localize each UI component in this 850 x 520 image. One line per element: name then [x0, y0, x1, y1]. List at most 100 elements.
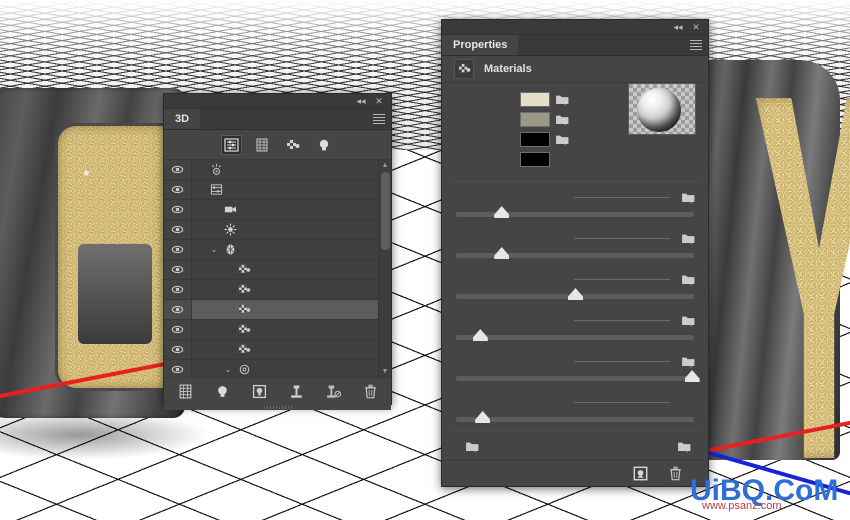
slider-texture-menu[interactable]	[670, 354, 696, 369]
scene-list-item-body[interactable]	[192, 223, 391, 236]
material-slider-block[interactable]	[442, 184, 708, 217]
scene-list-item[interactable]	[164, 160, 391, 180]
visibility-toggle-icon[interactable]	[164, 300, 192, 319]
slider-thumb[interactable]	[475, 411, 490, 423]
slider-thumb[interactable]	[473, 329, 488, 341]
scene-list-item-body[interactable]	[192, 303, 391, 316]
panel-3d-tabstrip[interactable]: 3D	[164, 109, 391, 130]
material-slider-block[interactable]	[442, 225, 708, 258]
visibility-toggle-icon[interactable]	[164, 160, 192, 179]
add-light-icon[interactable]	[212, 381, 233, 401]
trash-icon[interactable]	[665, 464, 686, 484]
slider-thumb[interactable]	[494, 206, 509, 218]
visibility-toggle-icon[interactable]	[164, 220, 192, 239]
material-slider-block[interactable]	[442, 389, 708, 422]
scene-list-item[interactable]	[164, 280, 391, 300]
scrollbar-track[interactable]	[381, 251, 390, 366]
scene-list-item[interactable]	[164, 260, 391, 280]
visibility-toggle-icon[interactable]	[164, 180, 192, 199]
map-buttons-row[interactable]	[442, 431, 708, 462]
material-slider-block[interactable]	[442, 307, 708, 340]
visibility-toggle-icon[interactable]	[164, 340, 192, 359]
panel-3d-scene-list[interactable]: ⌄⌄ ▲ ▼	[164, 160, 391, 377]
slider-track[interactable]	[456, 417, 694, 422]
scene-list-rows[interactable]: ⌄⌄	[164, 160, 391, 377]
panel-properties-titlebar[interactable]: ◂◂ ✕	[442, 20, 708, 35]
panel-3d-menu-icon[interactable]	[371, 109, 391, 129]
color-swatch[interactable]	[520, 92, 550, 107]
scroll-up-icon[interactable]: ▲	[382, 160, 389, 171]
collapse-icon[interactable]: ◂◂	[672, 22, 684, 33]
slider-texture-menu[interactable]	[670, 190, 696, 205]
diffuse-texture-menu[interactable]	[550, 92, 574, 107]
scrollbar-thumb[interactable]	[381, 172, 390, 250]
add-point-light-icon[interactable]	[249, 381, 270, 401]
slider-value[interactable]	[574, 279, 670, 280]
lights-filter-icon[interactable]	[314, 135, 335, 155]
panel-properties-tabstrip[interactable]: Properties	[442, 35, 708, 56]
slider-thumb[interactable]	[685, 370, 700, 382]
slider-track[interactable]	[456, 294, 694, 299]
scene-list-item[interactable]	[164, 180, 391, 200]
close-icon[interactable]: ✕	[373, 96, 385, 107]
panel-3d-titlebar[interactable]: ◂◂ ✕	[164, 94, 391, 109]
scene-list-item[interactable]	[164, 320, 391, 340]
slider-value[interactable]	[574, 320, 670, 321]
visibility-toggle-icon[interactable]	[164, 260, 192, 279]
chevron-down-icon[interactable]: ⌄	[683, 102, 691, 113]
visibility-toggle-icon[interactable]	[164, 200, 192, 219]
slider-thumb[interactable]	[494, 247, 509, 259]
mesh-filter-icon[interactable]	[252, 135, 273, 155]
color-swatch[interactable]	[520, 132, 550, 147]
visibility-toggle-icon[interactable]	[164, 240, 192, 259]
scene-list-item-body[interactable]: ⌄	[192, 243, 391, 256]
material-color-row[interactable]	[442, 149, 708, 169]
slider-track[interactable]	[456, 376, 694, 381]
scene-list-item[interactable]	[164, 340, 391, 360]
slider-value[interactable]	[574, 361, 670, 362]
visibility-toggle-icon[interactable]	[164, 320, 192, 339]
material-sliders[interactable]	[442, 184, 708, 422]
scene-list-item[interactable]	[164, 220, 391, 240]
visibility-toggle-icon[interactable]	[164, 280, 192, 299]
visibility-toggle-icon[interactable]	[164, 360, 192, 377]
specular-texture-menu[interactable]	[550, 112, 574, 127]
material-slider-block[interactable]	[442, 266, 708, 299]
color-swatch[interactable]	[520, 112, 550, 127]
slider-texture-menu[interactable]	[670, 272, 696, 287]
scene-list-item-body[interactable]	[192, 343, 391, 356]
panel-properties-menu-icon[interactable]	[688, 35, 708, 55]
add-mesh-icon[interactable]	[175, 381, 196, 401]
slider-track[interactable]	[456, 212, 694, 217]
slider-value[interactable]	[574, 402, 670, 403]
scroll-down-icon[interactable]: ▼	[382, 366, 389, 377]
disclosure-triangle-icon[interactable]: ⌄	[222, 365, 234, 374]
photoshop-3d-viewport[interactable]	[0, 0, 850, 520]
panel-properties[interactable]: ◂◂ ✕ Properties Materials ⌄	[441, 19, 709, 487]
panel-3d-footer-toolbar[interactable]	[164, 377, 391, 404]
scene-filter-icon[interactable]	[221, 135, 242, 155]
scene-list-item-body[interactable]	[192, 323, 391, 336]
slider-texture-menu[interactable]	[670, 231, 696, 246]
collapse-icon[interactable]: ◂◂	[355, 96, 367, 107]
tab-3d[interactable]: 3D	[164, 109, 200, 129]
scene-list-item[interactable]: ⌄	[164, 240, 391, 260]
add-object-icon[interactable]	[286, 381, 307, 401]
scene-list-item-body[interactable]	[192, 163, 391, 176]
slider-value[interactable]	[574, 197, 670, 198]
environment-map-menu[interactable]	[672, 439, 696, 454]
scene-list-item-body[interactable]	[192, 263, 391, 276]
normal-map-menu[interactable]	[460, 439, 484, 454]
scene-list-item[interactable]	[164, 300, 391, 320]
scene-list-item-body[interactable]: ⌄	[192, 363, 391, 376]
material-preview-sphere[interactable]: ⌄	[628, 83, 696, 135]
scene-list-item[interactable]	[164, 200, 391, 220]
new-material-icon[interactable]	[630, 464, 651, 484]
panel-3d[interactable]: ◂◂ ✕ 3D	[163, 93, 392, 405]
panel-3d-resize-grip[interactable]	[164, 404, 391, 410]
scene-list-item-body[interactable]	[192, 283, 391, 296]
panel-3d-filter-toolbar[interactable]	[164, 130, 391, 160]
scene-list-scrollbar[interactable]: ▲ ▼	[378, 160, 391, 377]
illumination-texture-menu[interactable]	[550, 132, 574, 147]
scene-list-item-body[interactable]	[192, 203, 391, 216]
